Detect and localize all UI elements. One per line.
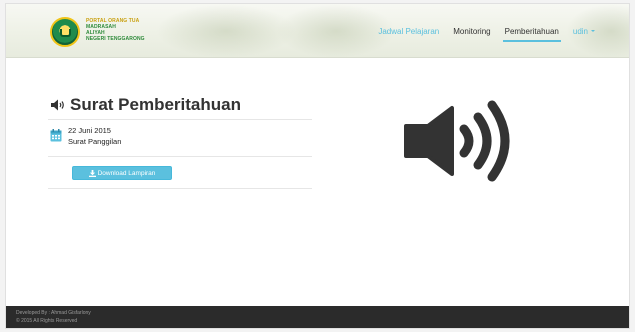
main-nav: Jadwal Pelajaran Monitoring Pemberitahua…: [378, 4, 629, 57]
user-name: udin: [572, 26, 588, 36]
logo-text[interactable]: PORTAL ORANG TUA MADRASAH ALIYAH NEGERI …: [86, 18, 176, 42]
calendar-icon: [50, 129, 62, 142]
notification-subject: Surat Panggilan: [68, 137, 122, 146]
footer-copyright: © 2015 All Rights Reserved: [16, 318, 78, 324]
logo-line: NEGERI TENGGARONG: [86, 36, 145, 42]
footer-developer: Developed By : Ahmad Gisfarlony: [16, 310, 91, 316]
school-logo[interactable]: [50, 17, 80, 47]
caret-down-icon: [591, 30, 595, 33]
divider: [48, 188, 312, 189]
nav-pemberitahuan[interactable]: Pemberitahuan: [502, 27, 562, 42]
page-title: Surat Pemberitahuan: [70, 95, 241, 114]
header-decoration: [156, 4, 296, 57]
download-label: Download Lampiran: [97, 169, 156, 177]
download-attachment-button[interactable]: Download Lampiran: [72, 166, 172, 180]
nav-jadwal-pelajaran[interactable]: Jadwal Pelajaran: [378, 27, 439, 36]
app-frame: PORTAL ORANG TUA MADRASAH ALIYAH NEGERI …: [6, 4, 629, 328]
user-menu[interactable]: udin: [573, 27, 595, 36]
speaker-icon: [51, 99, 64, 111]
speaker-large-icon: [404, 100, 510, 182]
divider: [48, 119, 312, 120]
download-icon: [88, 169, 96, 177]
header-bar: PORTAL ORANG TUA MADRASAH ALIYAH NEGERI …: [6, 4, 629, 58]
notification-date: 22 Juni 2015: [68, 126, 111, 135]
notification-item[interactable]: 22 Juni 2015 Surat Panggilan: [50, 125, 312, 153]
divider: [48, 156, 312, 157]
book-icon: [60, 29, 71, 37]
nav-monitoring[interactable]: Monitoring: [453, 27, 490, 36]
page-title-row: Surat Pemberitahuan: [50, 94, 241, 116]
footer: Developed By : Ahmad Gisfarlony © 2015 A…: [6, 306, 629, 328]
